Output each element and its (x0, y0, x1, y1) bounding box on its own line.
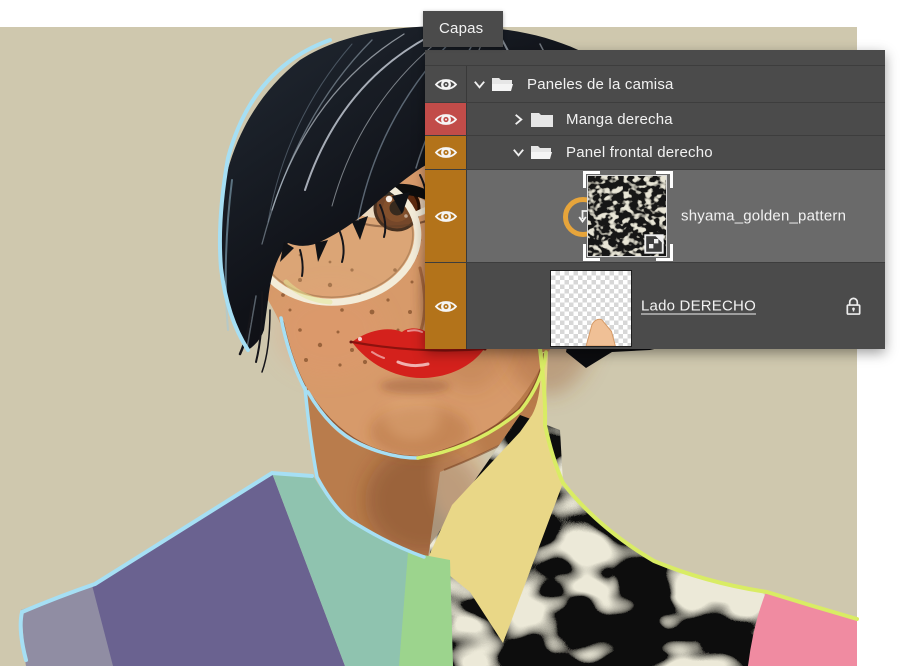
transparent-layer-thumbnail[interactable] (550, 270, 632, 347)
layers-panel-tab[interactable]: Capas (423, 11, 503, 47)
folder-open-icon (491, 76, 515, 93)
thumbnail-content (551, 271, 631, 346)
layer-row-shyama-golden-pattern[interactable]: shyama_golden_pattern (425, 169, 885, 262)
layer-row-lado-derecho[interactable]: Lado DERECHO (425, 262, 885, 349)
layer-thumbnail-selection-frame (583, 171, 673, 261)
folder-closed-icon (530, 111, 554, 128)
layers-panel: Paneles de la camisa Manga derecha (425, 50, 885, 349)
pattern-badge-icon (644, 234, 664, 254)
visibility-toggle[interactable] (425, 66, 467, 102)
layer-row-paneles-de-la-camisa[interactable]: Paneles de la camisa (425, 65, 885, 102)
eye-icon (434, 299, 458, 314)
eye-icon (434, 77, 458, 92)
shirt-green-placket (399, 552, 453, 666)
lock-icon (844, 295, 863, 317)
layer-name[interactable]: Panel frontal derecho (566, 144, 713, 161)
layer-name[interactable]: shyama_golden_pattern (681, 208, 846, 225)
layer-row-panel-frontal-derecho[interactable]: Panel frontal derecho (425, 135, 885, 169)
chevron-down-icon[interactable] (511, 145, 526, 160)
layer-name[interactable]: Paneles de la camisa (527, 76, 674, 93)
visibility-toggle[interactable] (425, 103, 467, 135)
layer-name[interactable]: Lado DERECHO (641, 298, 756, 315)
chevron-down-icon[interactable] (472, 77, 487, 92)
pattern-layer-thumbnail[interactable] (587, 175, 667, 257)
visibility-toggle[interactable] (425, 136, 467, 169)
chevron-right-icon[interactable] (511, 112, 526, 127)
eye-icon (434, 112, 458, 127)
eye-icon (434, 209, 458, 224)
visibility-toggle[interactable] (425, 263, 467, 349)
eye-icon (434, 145, 458, 160)
layer-name[interactable]: Manga derecha (566, 111, 673, 128)
folder-open-icon (530, 144, 554, 161)
visibility-toggle[interactable] (425, 170, 467, 262)
panel-header-strip (425, 50, 885, 65)
layer-row-manga-derecha[interactable]: Manga derecha (425, 102, 885, 135)
